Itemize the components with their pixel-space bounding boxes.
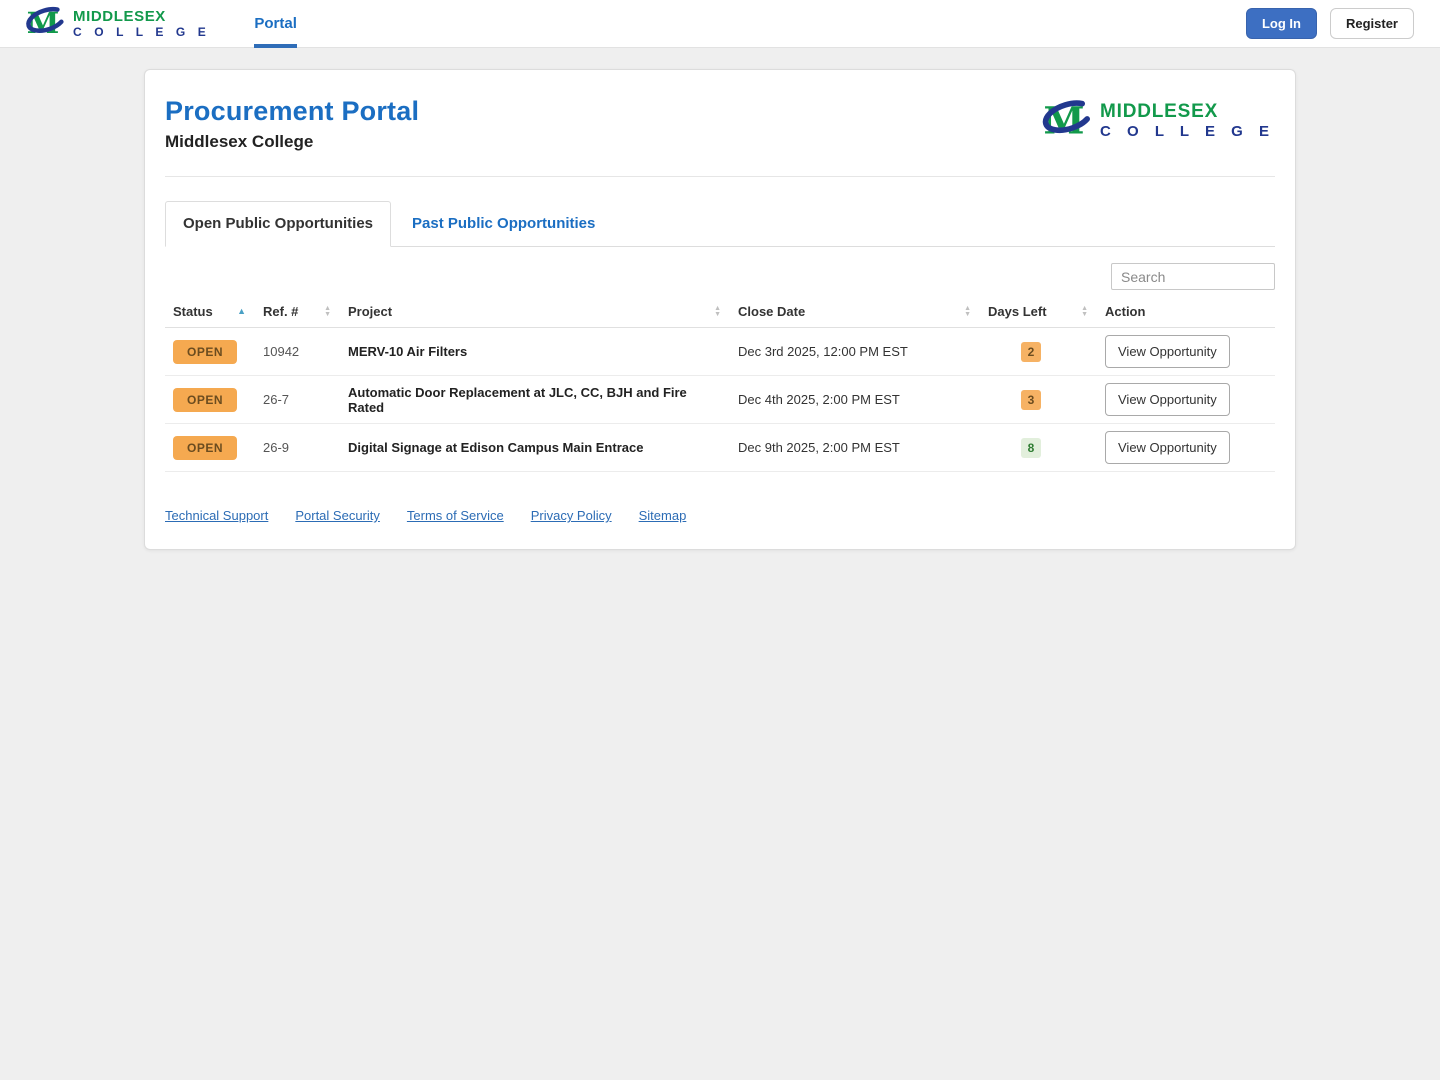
sort-icon: ▲ ▼ xyxy=(714,304,721,318)
close-date: Dec 4th 2025, 2:00 PM EST xyxy=(730,375,980,424)
brand-wordmark: MIDDLESEX C O L L E G E xyxy=(73,9,210,38)
brand-wordmark: MIDDLESEX C O L L E G E xyxy=(1100,102,1275,139)
ref-number: 26-7 xyxy=(255,375,340,424)
nav-portal-label: Portal xyxy=(254,15,297,32)
page-title: Procurement Portal xyxy=(165,96,420,126)
privacy-policy-link[interactable]: Privacy Policy xyxy=(531,508,612,523)
active-nav-underline xyxy=(254,43,297,48)
portal-security-link[interactable]: Portal Security xyxy=(295,508,380,523)
days-left-badge: 2 xyxy=(1021,341,1041,362)
sort-asc-icon: ▲ xyxy=(237,306,246,316)
column-label: Action xyxy=(1105,304,1146,319)
tab-open-public-opportunities[interactable]: Open Public Opportunities xyxy=(165,201,392,247)
column-header-project[interactable]: Project ▲ ▼ xyxy=(340,296,730,328)
tabs: Open Public Opportunities Past Public Op… xyxy=(165,201,1275,247)
project-name: Automatic Door Replacement at JLC, CC, B… xyxy=(340,375,730,424)
header-divider xyxy=(165,176,1275,177)
page-subtitle: Middlesex College xyxy=(165,132,314,151)
brand-name-line2: C O L L E G E xyxy=(1100,123,1275,140)
brand-name-line1: MIDDLESEX xyxy=(1100,101,1219,122)
sort-icon: ▲ ▼ xyxy=(324,304,331,318)
procurement-portal-card: Procurement Portal Middlesex College M M… xyxy=(144,69,1296,550)
login-button[interactable]: Log In xyxy=(1245,8,1317,39)
search-input[interactable] xyxy=(1111,263,1275,290)
topbar: M MIDDLESEX C O L L E G E Portal Log In … xyxy=(0,0,1440,48)
brand-name-line2: C O L L E G E xyxy=(73,25,211,39)
ref-number: 10942 xyxy=(255,327,340,376)
view-opportunity-button[interactable]: View Opportunity xyxy=(1105,335,1230,368)
mc-monogram-icon: M xyxy=(1035,96,1093,145)
topbar-nav: Portal xyxy=(244,0,307,48)
opportunities-tbody: OPEN 10942 MERV-10 Air Filters Dec 3rd 2… xyxy=(165,327,1275,472)
mc-monogram-icon: M xyxy=(20,3,66,44)
search-row xyxy=(165,247,1275,296)
topbar-brand-logo[interactable]: M MIDDLESEX C O L L E G E xyxy=(20,3,210,44)
brand-name-line1: MIDDLESEX xyxy=(73,8,166,25)
card-title-block: Procurement Portal Middlesex College xyxy=(165,96,419,152)
sitemap-link[interactable]: Sitemap xyxy=(639,508,687,523)
view-opportunity-button[interactable]: View Opportunity xyxy=(1105,431,1230,464)
column-header-status[interactable]: Status ▲ xyxy=(165,296,255,328)
tab-past-public-opportunities[interactable]: Past Public Opportunities xyxy=(394,201,613,246)
status-badge: OPEN xyxy=(173,387,238,412)
column-label: Days Left xyxy=(988,304,1047,319)
days-left-badge: 8 xyxy=(1021,437,1041,458)
status-badge: OPEN xyxy=(173,435,238,460)
ref-number: 26-9 xyxy=(255,423,340,472)
column-label: Close Date xyxy=(738,304,806,319)
technical-support-link[interactable]: Technical Support xyxy=(165,508,268,523)
footer-links: Technical Support Portal Security Terms … xyxy=(165,508,1275,529)
sort-icon: ▲ ▼ xyxy=(1081,304,1088,318)
days-left-badge: 3 xyxy=(1021,389,1041,410)
status-badge: OPEN xyxy=(173,339,238,364)
table-header-row: Status ▲ Ref. # ▲ ▼ Project ▲ ▼ Close Da… xyxy=(165,296,1275,328)
column-label: Status xyxy=(173,304,213,319)
project-name: Digital Signage at Edison Campus Main En… xyxy=(340,423,730,472)
column-label: Ref. # xyxy=(263,304,299,319)
table-row: OPEN 26-7 Automatic Door Replacement at … xyxy=(165,375,1275,424)
view-opportunity-button[interactable]: View Opportunity xyxy=(1105,383,1230,416)
column-header-close-date[interactable]: Close Date ▲ ▼ xyxy=(730,296,980,328)
column-header-action: Action xyxy=(1097,296,1275,328)
nav-item-portal[interactable]: Portal xyxy=(244,0,307,48)
terms-of-service-link[interactable]: Terms of Service xyxy=(407,508,504,523)
sort-icon: ▲ ▼ xyxy=(964,304,971,318)
column-header-days-left[interactable]: Days Left ▲ ▼ xyxy=(980,296,1097,328)
close-date: Dec 3rd 2025, 12:00 PM EST xyxy=(730,327,980,376)
opportunities-table: Status ▲ Ref. # ▲ ▼ Project ▲ ▼ Close Da… xyxy=(165,296,1275,472)
column-label: Project xyxy=(348,304,393,319)
card-brand-logo: M MIDDLESEX C O L L E G E xyxy=(1035,96,1275,145)
card-header: Procurement Portal Middlesex College M M… xyxy=(165,96,1275,152)
project-name: MERV-10 Air Filters xyxy=(340,327,730,376)
table-row: OPEN 26-9 Digital Signage at Edison Camp… xyxy=(165,423,1275,472)
column-header-ref[interactable]: Ref. # ▲ ▼ xyxy=(255,296,340,328)
register-button[interactable]: Register xyxy=(1329,8,1414,39)
table-row: OPEN 10942 MERV-10 Air Filters Dec 3rd 2… xyxy=(165,327,1275,376)
topbar-actions: Log In Register xyxy=(1245,8,1414,39)
close-date: Dec 9th 2025, 2:00 PM EST xyxy=(730,423,980,472)
